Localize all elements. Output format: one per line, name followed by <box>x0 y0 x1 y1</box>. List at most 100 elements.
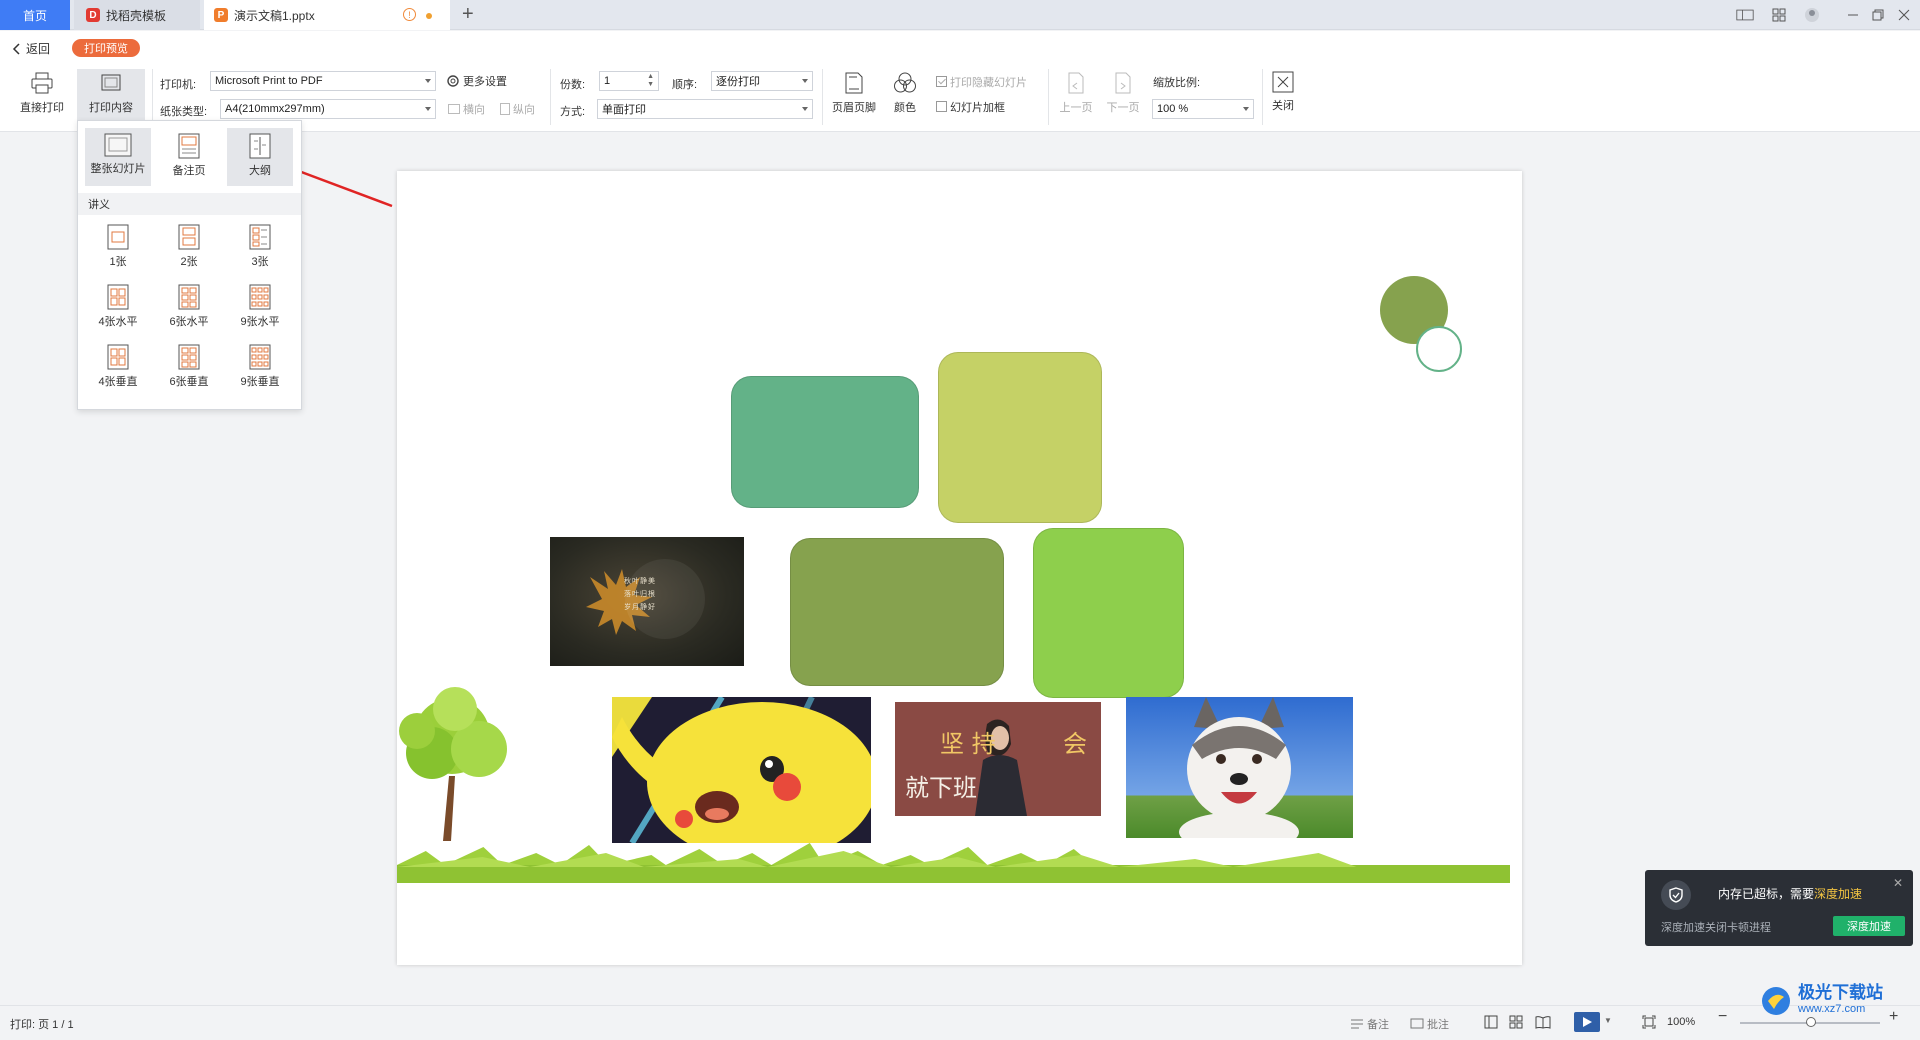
layout-icon[interactable] <box>1736 6 1754 24</box>
prev-page-button[interactable]: 上一页 <box>1054 71 1098 115</box>
slide-preview: 秋叶静美 落叶归根 岁月静好 坚 持 会 就下班 <box>397 171 1522 965</box>
close-label: 关闭 <box>1272 100 1294 112</box>
copies-stepper[interactable]: 1 ▲ ▼ <box>599 71 659 91</box>
zoom-value: 100 % <box>1157 103 1189 115</box>
zoom-select[interactable]: 100 % <box>1152 99 1254 119</box>
watermark-logo-icon <box>1762 987 1790 1015</box>
handout-section-header: 讲义 <box>78 193 301 215</box>
grass-strip <box>397 843 1510 883</box>
handout-9-vertical[interactable]: 9张垂直 <box>227 339 293 389</box>
option-outline[interactable]: 大纲 <box>227 128 293 186</box>
option-notes-page[interactable]: 备注页 <box>156 128 222 186</box>
printer-select[interactable]: Microsoft Print to PDF <box>210 71 436 91</box>
handout-3-icon <box>249 224 271 250</box>
tree-illustration <box>397 681 537 841</box>
normal-view-icon[interactable] <box>1484 1015 1498 1032</box>
handout-4-vertical-label: 4张垂直 <box>98 376 138 388</box>
tab-templates-label: 找稻壳模板 <box>106 8 167 23</box>
paper-type-select[interactable]: A4(210mmx297mm) <box>220 99 436 119</box>
landscape-option[interactable]: 横向 <box>448 101 485 117</box>
order-value: 逐份打印 <box>716 76 760 88</box>
stepper-arrows-icon[interactable]: ▲ ▼ <box>647 73 654 89</box>
handout-1[interactable]: 1张 <box>85 219 151 269</box>
handout-6-vertical[interactable]: 6张垂直 <box>156 339 222 389</box>
print-content-button[interactable]: 打印内容 <box>77 69 145 121</box>
handout-6-horizontal-label: 6张水平 <box>169 316 209 328</box>
memory-warning-toast: 内存已超标，需要深度加速 ✕ 深度加速关闭卡顿进程 深度加速 <box>1645 870 1913 946</box>
zoom-slider-handle[interactable] <box>1806 1017 1816 1027</box>
handout-1-icon <box>107 224 129 250</box>
minimize-icon[interactable] <box>1844 6 1862 24</box>
portrait-icon <box>500 103 510 115</box>
zoom-label: 缩放比例: <box>1153 77 1201 89</box>
print-page-info: 打印: 页 1 / 1 <box>10 1019 74 1031</box>
header-footer-button[interactable]: 页眉页脚 <box>828 71 880 115</box>
handout-2[interactable]: 2张 <box>156 219 222 269</box>
handout-4-vertical[interactable]: 4张垂直 <box>85 339 151 389</box>
docer-logo-icon: D <box>86 8 100 22</box>
zoom-percentage[interactable]: 100% <box>1667 1016 1695 1028</box>
deep-accelerate-button[interactable]: 深度加速 <box>1833 916 1905 936</box>
print-hidden-checkbox[interactable]: 打印隐藏幻灯片 <box>936 74 1027 90</box>
handout-6-vertical-icon <box>178 344 200 370</box>
handout-4-horizontal[interactable]: 4张水平 <box>85 279 151 329</box>
comment-icon <box>1410 1018 1424 1029</box>
handout-6-horizontal[interactable]: 6张水平 <box>156 279 222 329</box>
next-page-icon <box>1115 72 1131 94</box>
poster-text-1: 坚 持 <box>940 730 996 758</box>
method-select[interactable]: 单面打印 <box>597 99 813 119</box>
reading-view-icon[interactable] <box>1535 1015 1551 1032</box>
close-preview-button[interactable]: 关闭 <box>1268 71 1298 113</box>
pikachu-illustration <box>612 697 871 843</box>
back-button[interactable]: 返回 <box>12 40 50 57</box>
handout-3-label: 3张 <box>251 256 269 268</box>
slide-frame-checkbox[interactable]: 幻灯片加框 <box>936 99 1005 115</box>
order-label: 顺序: <box>672 79 698 91</box>
watermark-url: www.xz7.com <box>1798 1003 1866 1015</box>
decor-circle-outline <box>1416 326 1462 372</box>
portrait-option[interactable]: 纵向 <box>500 101 535 117</box>
print-preview-badge-label: 打印预览 <box>84 43 128 55</box>
notes-label: 备注 <box>1367 1019 1389 1031</box>
outline-icon <box>249 133 271 159</box>
play-slideshow-button[interactable] <box>1574 1012 1600 1032</box>
fit-window-icon[interactable] <box>1642 1015 1656 1032</box>
tab-home-label: 首页 <box>22 8 47 23</box>
printer-value: Microsoft Print to PDF <box>215 75 323 87</box>
handout-9-horizontal-icon <box>249 284 271 310</box>
toast-close-icon[interactable]: ✕ <box>1893 876 1903 890</box>
new-tab-button[interactable]: + <box>462 4 474 24</box>
slide-sorter-icon[interactable] <box>1509 1015 1523 1032</box>
order-select[interactable]: 逐份打印 <box>711 71 813 91</box>
next-page-button[interactable]: 下一页 <box>1101 71 1145 115</box>
handout-9-horizontal[interactable]: 9张水平 <box>227 279 293 329</box>
tab-templates[interactable]: D 找稻壳模板 <box>74 0 200 30</box>
direct-print-button[interactable]: 直接打印 <box>12 71 72 115</box>
color-button[interactable]: 颜色 <box>884 71 926 115</box>
full-slide-icon <box>104 133 132 157</box>
handout-section-label: 讲义 <box>88 199 110 211</box>
play-dropdown-icon[interactable]: ▼ <box>1604 1016 1612 1025</box>
print-hidden-label: 打印隐藏幻灯片 <box>950 77 1027 89</box>
shape-green-rect <box>1033 528 1184 698</box>
grid-icon[interactable] <box>1770 6 1788 24</box>
handout-3[interactable]: 3张 <box>227 219 293 269</box>
slide-icon <box>101 74 121 91</box>
more-settings-button[interactable]: 更多设置 <box>446 73 507 89</box>
option-full-slide[interactable]: 整张幻灯片 <box>85 128 151 186</box>
landscape-icon <box>448 104 460 114</box>
avatar-icon[interactable] <box>1803 6 1821 24</box>
tab-document[interactable]: P 演示文稿1.pptx ! <box>204 0 450 30</box>
zoom-out-button[interactable]: − <box>1718 1008 1727 1026</box>
zoom-in-button[interactable]: + <box>1889 1008 1898 1026</box>
notes-toggle[interactable]: 备注 <box>1350 1016 1389 1032</box>
toast-highlight-text: 深度加速 <box>1814 887 1863 901</box>
tab-home[interactable]: 首页 <box>0 0 70 30</box>
restore-icon[interactable] <box>1869 6 1887 24</box>
comments-toggle[interactable]: 批注 <box>1410 1016 1449 1032</box>
warning-icon[interactable]: ! <box>403 8 416 21</box>
header-footer-icon <box>845 72 863 94</box>
close-window-icon[interactable] <box>1895 6 1913 24</box>
handout-6-vertical-label: 6张垂直 <box>169 376 209 388</box>
status-bar: 打印: 页 1 / 1 备注 批注 ▼ 100% − + <box>0 1005 1920 1040</box>
